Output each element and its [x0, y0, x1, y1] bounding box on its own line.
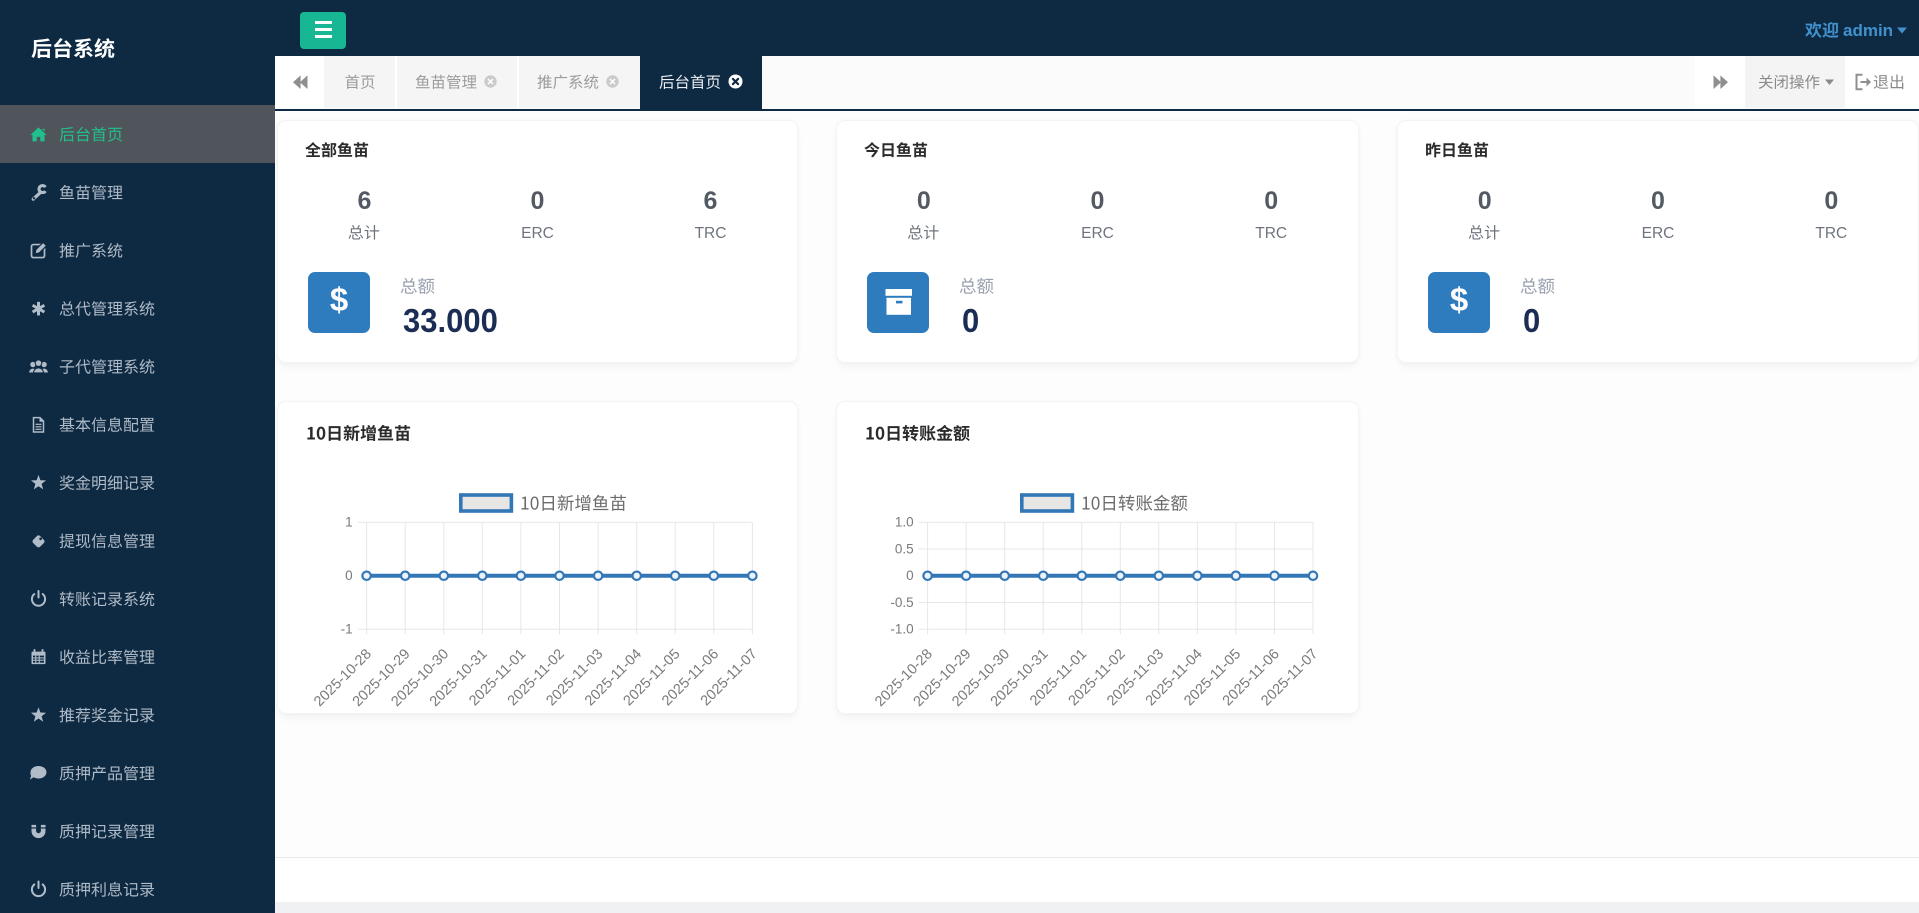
svg-text:0.5: 0.5 [895, 541, 914, 556]
svg-text:-1.0: -1.0 [890, 622, 913, 637]
svg-text:1.0: 1.0 [895, 515, 914, 530]
svg-text:1: 1 [345, 515, 353, 530]
svg-text:0: 0 [906, 568, 914, 583]
svg-text:0: 0 [345, 568, 353, 583]
svg-text:-1: -1 [341, 622, 353, 637]
svg-text:-0.5: -0.5 [890, 595, 913, 610]
